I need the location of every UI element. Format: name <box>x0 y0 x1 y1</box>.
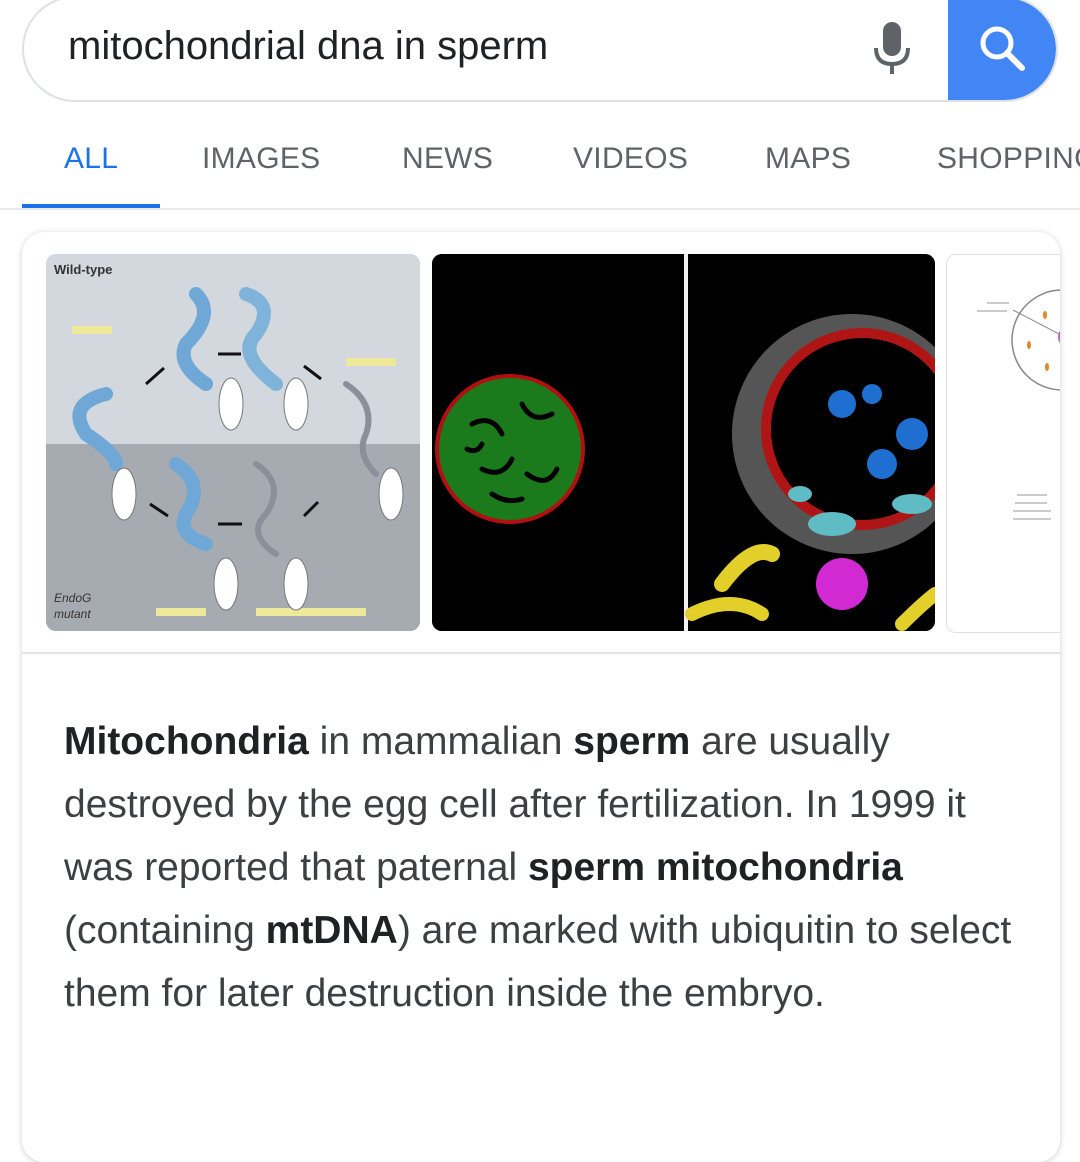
search-button[interactable] <box>948 0 1056 100</box>
endog-label: EndoG <box>54 591 91 605</box>
image-thumbnail-sperm-diagram[interactable]: Wild-type EndoG mutant <box>46 254 420 631</box>
snippet-bold-sperm-mitochondria: sperm mitochondria <box>527 846 903 889</box>
featured-snippet-text: Mitochondria in mammalian sperm are usua… <box>64 710 1024 1025</box>
snippet-bold-mtdna: mtDNA <box>265 909 398 952</box>
wild-type-label: Wild-type <box>54 262 112 277</box>
tab-videos[interactable]: VIDEOS <box>573 142 688 176</box>
snippet-bold-mitochondria: Mitochondria <box>64 720 309 763</box>
tabs-divider <box>0 208 1080 210</box>
search-icon <box>980 26 1025 71</box>
snippet-text-3: (containing <box>64 909 266 952</box>
tab-all[interactable]: ALL <box>64 142 118 176</box>
tab-news[interactable]: NEWS <box>402 142 493 176</box>
image-thumbnail-micrograph[interactable] <box>432 254 935 631</box>
featured-snippet-card: Wild-type EndoG mutant Mitochondria in m… <box>22 232 1060 1162</box>
tab-shopping[interactable]: SHOPPING <box>937 142 1080 176</box>
mic-icon[interactable] <box>870 20 914 80</box>
search-tabs: ALL IMAGES NEWS VIDEOS MAPS SHOPPING <box>0 110 1080 210</box>
snippet-bold-sperm: sperm <box>573 720 691 763</box>
search-input[interactable]: mitochondrial dna in sperm <box>68 24 548 69</box>
card-divider <box>22 652 1060 654</box>
mutant-label: mutant <box>54 607 91 621</box>
tab-images[interactable]: IMAGES <box>202 142 321 176</box>
tab-maps[interactable]: MAPS <box>765 142 851 176</box>
search-bar[interactable]: mitochondrial dna in sperm <box>22 0 1058 102</box>
image-thumbnail-sketch[interactable] <box>946 254 1060 633</box>
snippet-text-1: in mammalian <box>308 720 574 763</box>
